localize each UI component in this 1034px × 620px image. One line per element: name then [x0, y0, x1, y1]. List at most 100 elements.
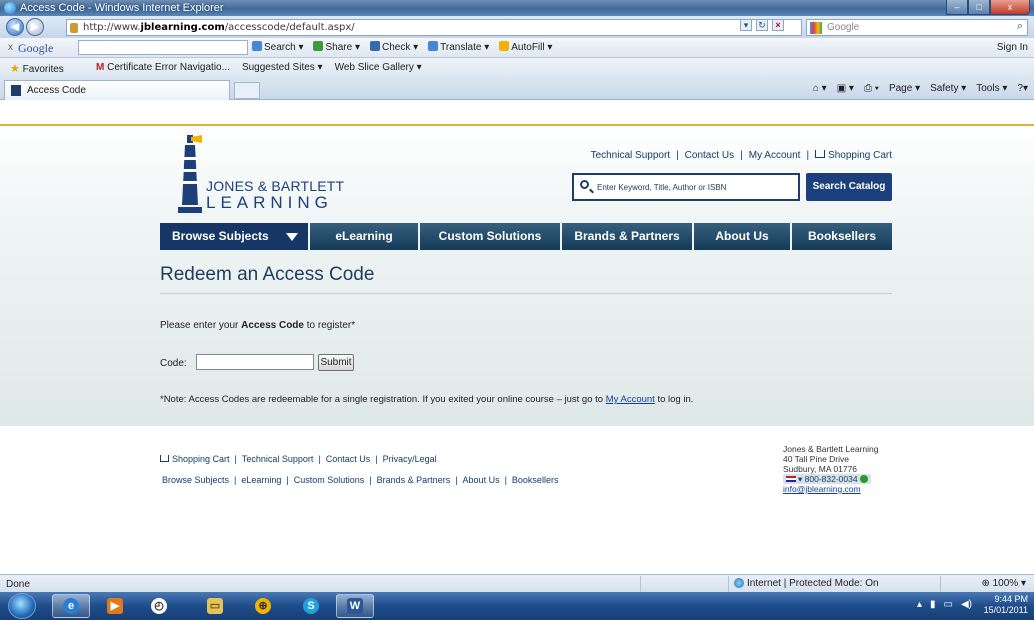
- access-code-note: *Note: Access Codes are redeemable for a…: [160, 394, 694, 405]
- phone-number[interactable]: ▾ 800-832-0034: [783, 474, 878, 484]
- share-button[interactable]: Share ▾: [313, 41, 360, 53]
- lighthouse-icon: [182, 135, 202, 205]
- footer-privacy-legal-link[interactable]: Privacy/Legal: [383, 454, 437, 464]
- url-actions: ▾ ↻ ×: [740, 19, 784, 31]
- autofill-button[interactable]: AutoFill ▾: [499, 41, 552, 53]
- favorite-link-web-slice-gallery[interactable]: Web Slice Gallery ▾: [335, 62, 422, 73]
- start-button[interactable]: [8, 593, 36, 619]
- nav-about-us[interactable]: About Us: [694, 223, 790, 250]
- toolbar-close-icon[interactable]: x: [8, 42, 13, 53]
- tray-arrow-icon[interactable]: ▴: [917, 599, 922, 610]
- volume-icon[interactable]: ◀): [961, 599, 972, 610]
- footer-booksellers-link[interactable]: Booksellers: [512, 475, 559, 485]
- back-button[interactable]: ◀: [6, 18, 24, 36]
- email-link[interactable]: info@jblearning.com: [783, 484, 861, 494]
- compatibility-icon[interactable]: ▾: [740, 19, 752, 31]
- gmail-icon: M: [96, 62, 105, 73]
- call-icon: [859, 475, 868, 483]
- nav-browse-subjects[interactable]: Browse Subjects: [160, 223, 308, 250]
- footer-technical-support-link[interactable]: Technical Support: [242, 454, 314, 464]
- check-button[interactable]: Check ▾: [369, 41, 418, 53]
- maximize-button[interactable]: □: [968, 0, 990, 15]
- technical-support-link[interactable]: Technical Support: [591, 150, 671, 161]
- page-background: [0, 126, 1034, 426]
- page-menu[interactable]: Page ▾: [889, 83, 920, 94]
- footer-custom-solutions-link[interactable]: Custom Solutions: [294, 475, 365, 485]
- print-icon[interactable]: ⎙ ▾: [864, 83, 879, 94]
- system-clock[interactable]: 9:44 PM 15/01/2011: [984, 594, 1028, 616]
- globe-icon: ⊕: [255, 598, 271, 614]
- google-search-button[interactable]: Search ▾: [252, 41, 303, 53]
- new-tab-button[interactable]: [234, 82, 260, 99]
- nav-custom-solutions[interactable]: Custom Solutions: [420, 223, 560, 250]
- tab-access-code[interactable]: Access Code: [4, 80, 230, 100]
- footer-shopping-cart-link[interactable]: Shopping Cart: [160, 454, 230, 464]
- page-icon: [70, 23, 78, 33]
- favorite-link-suggested-sites[interactable]: Suggested Sites ▾: [242, 62, 323, 73]
- site-favicon-icon: [11, 85, 21, 96]
- contact-us-link[interactable]: Contact Us: [685, 150, 734, 161]
- media-player-icon: ▶: [107, 598, 123, 614]
- site-search-input[interactable]: Enter Keyword, Title, Author or ISBN: [572, 173, 800, 201]
- company-city: Sudbury, MA 01776: [783, 464, 858, 474]
- search-icon[interactable]: ⌕: [1017, 20, 1023, 33]
- browser-search-field[interactable]: Google ⌕: [806, 19, 1028, 36]
- url-field[interactable]: http://www.jblearning.com/accesscode/def…: [66, 19, 802, 36]
- windows-taskbar: e ▶ ◴ ▭ ⊕ S W ▴ ▮ ▭ ◀) 9:44 PM 15/01/201…: [0, 592, 1034, 620]
- taskbar-ie[interactable]: e: [52, 594, 90, 618]
- shopping-cart-link[interactable]: Shopping Cart: [815, 150, 892, 161]
- footer-contact-us-link[interactable]: Contact Us: [326, 454, 371, 464]
- favorite-link-certificate-error[interactable]: M Certificate Error Navigatio...: [96, 62, 230, 73]
- taskbar-clock-app[interactable]: ◴: [140, 594, 178, 618]
- taskbar-media-player[interactable]: ▶: [96, 594, 134, 618]
- page-title: Redeem an Access Code: [160, 264, 375, 285]
- footer-browse-subjects-link[interactable]: Browse Subjects: [162, 475, 229, 485]
- minimize-button[interactable]: –: [946, 0, 968, 15]
- search-catalog-button[interactable]: Search Catalog: [806, 173, 892, 201]
- translate-button[interactable]: Translate ▾: [428, 41, 489, 53]
- main-navigation: Browse Subjects eLearning Custom Solutio…: [160, 223, 892, 250]
- help-icon[interactable]: ?▾: [1017, 83, 1028, 94]
- network-icon[interactable]: ▮: [930, 599, 936, 610]
- display-icon[interactable]: ▭: [944, 599, 953, 610]
- security-zone[interactable]: Internet | Protected Mode: On: [734, 578, 879, 589]
- taskbar-skype[interactable]: S: [292, 594, 330, 618]
- nav-elearning[interactable]: eLearning: [310, 223, 418, 250]
- status-bar: Done Internet | Protected Mode: On ⊕ 100…: [0, 574, 1034, 592]
- submit-button[interactable]: Submit: [318, 354, 354, 371]
- my-account-note-link[interactable]: My Account: [606, 394, 655, 405]
- tools-menu[interactable]: Tools ▾: [976, 83, 1007, 94]
- sign-in-link[interactable]: Sign In: [997, 42, 1028, 53]
- forward-button[interactable]: ▶: [26, 18, 44, 36]
- nav-booksellers[interactable]: Booksellers: [792, 223, 892, 250]
- zoom-level[interactable]: ⊕ 100% ▾: [981, 578, 1026, 589]
- favorites-button[interactable]: ★ Favorites: [10, 62, 64, 75]
- command-bar: ⌂ ▾ ▣ ▾ ⎙ ▾ Page ▾ Safety ▾ Tools ▾ ?▾: [813, 83, 1028, 94]
- footer-elearning-link[interactable]: eLearning: [241, 475, 281, 485]
- google-toolbar: x Google Search ▾ Share ▾ Check ▾ Transl…: [0, 38, 1034, 58]
- footer-about-us-link[interactable]: About Us: [463, 475, 500, 485]
- close-button[interactable]: x: [990, 0, 1030, 15]
- home-icon[interactable]: ⌂ ▾: [813, 83, 827, 94]
- taskbar-globe-app[interactable]: ⊕: [244, 594, 282, 618]
- taskbar-word[interactable]: W: [336, 594, 374, 618]
- access-code-input[interactable]: [196, 354, 314, 370]
- google-search-input[interactable]: [78, 40, 248, 55]
- header-links: Technical Support | Contact Us | My Acco…: [590, 150, 892, 161]
- taskbar-explorer[interactable]: ▭: [196, 594, 234, 618]
- search-icon: [580, 180, 589, 189]
- footer-brands-partners-link[interactable]: Brands & Partners: [377, 475, 451, 485]
- nav-brands-partners[interactable]: Brands & Partners: [562, 223, 692, 250]
- window-title-bar: Access Code - Windows Internet Explorer …: [0, 0, 1034, 16]
- stop-icon[interactable]: ×: [772, 19, 784, 31]
- google-icon: [810, 22, 822, 34]
- star-icon: ★: [10, 63, 20, 75]
- status-text: Done: [6, 579, 30, 590]
- refresh-icon[interactable]: ↻: [756, 19, 768, 31]
- my-account-link[interactable]: My Account: [749, 150, 801, 161]
- safety-menu[interactable]: Safety ▾: [930, 83, 966, 94]
- feeds-icon[interactable]: ▣ ▾: [837, 83, 854, 94]
- tab-bar: Access Code ⌂ ▾ ▣ ▾ ⎙ ▾ Page ▾ Safety ▾ …: [0, 78, 1034, 100]
- site-logo[interactable]: JONES & BARTLETT LEARNING: [178, 135, 358, 213]
- company-name: Jones & Bartlett Learning: [783, 444, 879, 454]
